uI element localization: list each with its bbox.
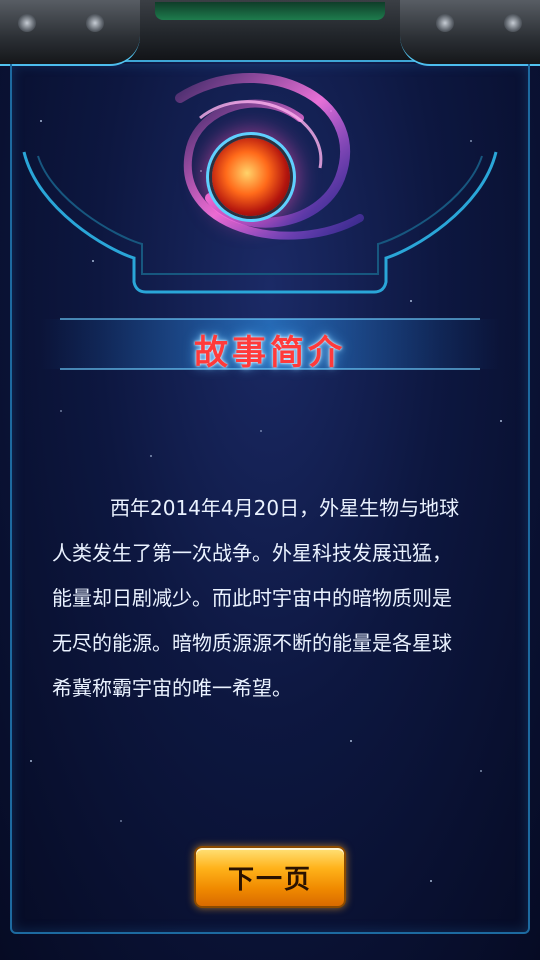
- top-metal-frame: [0, 0, 540, 66]
- frame-green-slot: [155, 2, 385, 20]
- frame-cap-right: [400, 0, 540, 66]
- story-line: 能量却日剧减少。而此时宇宙中的暗物质则是: [52, 586, 452, 610]
- bolt-icon: [86, 14, 104, 32]
- story-text: 西年2014年4月20日，外星生物与地球 人类发生了第一次战争。外星科技发展迅猛…: [52, 486, 496, 711]
- next-page-button[interactable]: 下一页: [194, 846, 346, 908]
- story-line: 西年2014年4月20日，外星生物与地球: [110, 496, 460, 520]
- story-line: 无尽的能源。暗物质源源不断的能量是各星球: [52, 631, 452, 655]
- story-line: 人类发生了第一次战争。外星科技发展迅猛，: [52, 541, 452, 565]
- title-banner: 故事简介: [40, 305, 500, 381]
- bolt-icon: [18, 14, 36, 32]
- orb-area: [140, 58, 400, 258]
- frame-cap-left: [0, 0, 140, 66]
- story-line: 希冀称霸宇宙的唯一希望。: [52, 676, 292, 700]
- bolt-icon: [504, 14, 522, 32]
- page-title: 故事简介: [194, 333, 346, 373]
- bolt-icon: [436, 14, 454, 32]
- vortex-planet-icon: [212, 138, 290, 216]
